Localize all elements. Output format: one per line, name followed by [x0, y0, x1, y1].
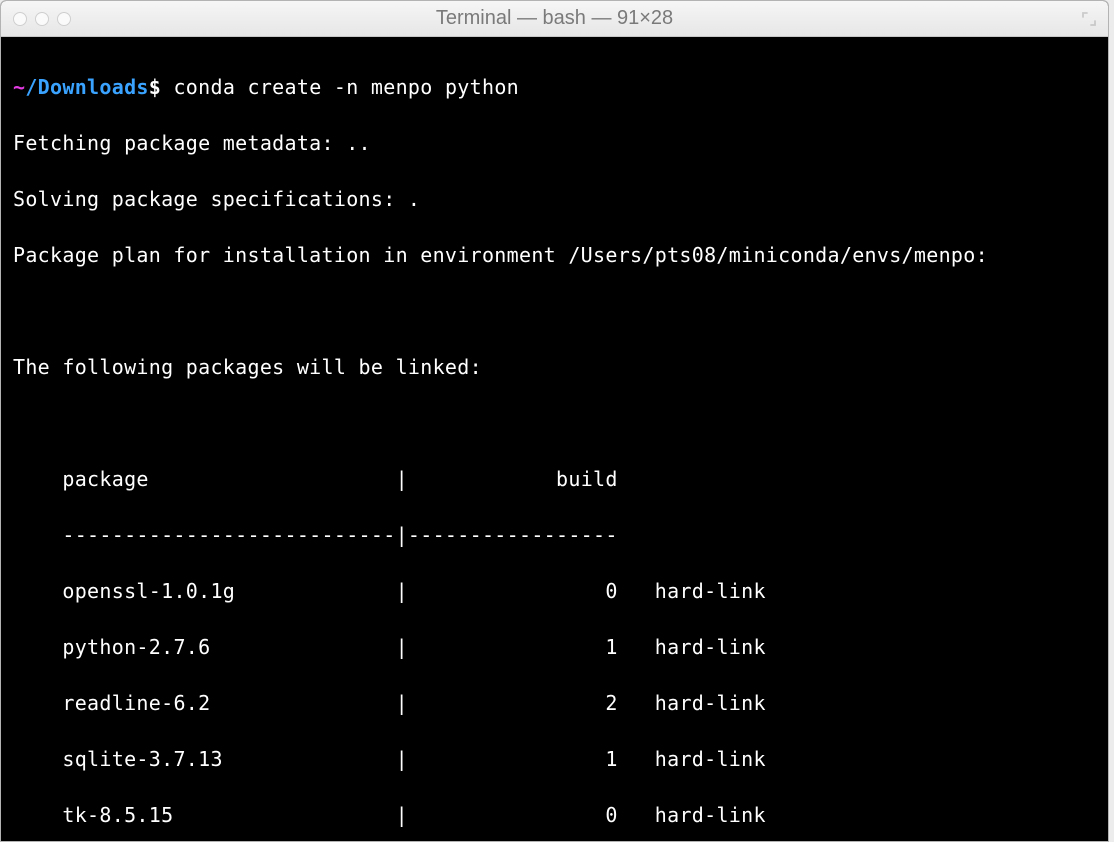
pkg-name: openssl-1.0.1g [62, 579, 235, 603]
prompt-line: ~/Downloads$ conda create -n menpo pytho… [13, 73, 1096, 101]
pkg-link: hard-link [655, 635, 766, 659]
pkg-link: hard-link [655, 747, 766, 771]
table-row: sqlite-3.7.13 | 1 hard-link [13, 745, 1096, 773]
pkg-link: hard-link [655, 691, 766, 715]
output-line: Fetching package metadata: .. [13, 129, 1096, 157]
prompt-path: /Downloads [25, 75, 148, 99]
output-line: The following packages will be linked: [13, 353, 1096, 381]
traffic-lights [13, 12, 71, 26]
pkg-name: tk-8.5.15 [62, 803, 173, 827]
pkg-name: sqlite-3.7.13 [62, 747, 222, 771]
pkg-build: 1 [605, 635, 617, 659]
table-row: readline-6.2 | 2 hard-link [13, 689, 1096, 717]
pkg-link: hard-link [655, 579, 766, 603]
expand-icon[interactable] [1082, 12, 1096, 26]
table-row: python-2.7.6 | 1 hard-link [13, 633, 1096, 661]
blank-line [13, 409, 1096, 437]
tilde-icon: ~ [13, 75, 25, 99]
pkg-link: hard-link [655, 803, 766, 827]
col-build: build [556, 467, 618, 491]
zoom-button[interactable] [57, 12, 71, 26]
table-row: openssl-1.0.1g | 0 hard-link [13, 577, 1096, 605]
minimize-button[interactable] [35, 12, 49, 26]
pkg-build: 1 [605, 747, 617, 771]
prompt-symbol: $ [149, 75, 161, 99]
table-row: tk-8.5.15 | 0 hard-link [13, 801, 1096, 829]
table-header: package | build [13, 465, 1096, 493]
col-package: package [62, 467, 148, 491]
table-divider: ---------------------------|------------… [13, 521, 1096, 549]
pkg-build: 2 [605, 691, 617, 715]
blank-line [13, 297, 1096, 325]
terminal-body[interactable]: ~/Downloads$ conda create -n menpo pytho… [1, 37, 1108, 841]
output-line: Solving package specifications: . [13, 185, 1096, 213]
entered-command: conda create -n menpo python [173, 75, 519, 99]
terminal-window: Terminal — bash — 91×28 ~/Downloads$ con… [0, 0, 1109, 842]
window-title: Terminal — bash — 91×28 [13, 7, 1096, 30]
pkg-name: python-2.7.6 [62, 635, 210, 659]
output-line: Package plan for installation in environ… [13, 241, 1096, 269]
pkg-name: readline-6.2 [62, 691, 210, 715]
pkg-build: 0 [605, 579, 617, 603]
titlebar[interactable]: Terminal — bash — 91×28 [1, 1, 1108, 37]
pkg-build: 0 [605, 803, 617, 827]
close-button[interactable] [13, 12, 27, 26]
